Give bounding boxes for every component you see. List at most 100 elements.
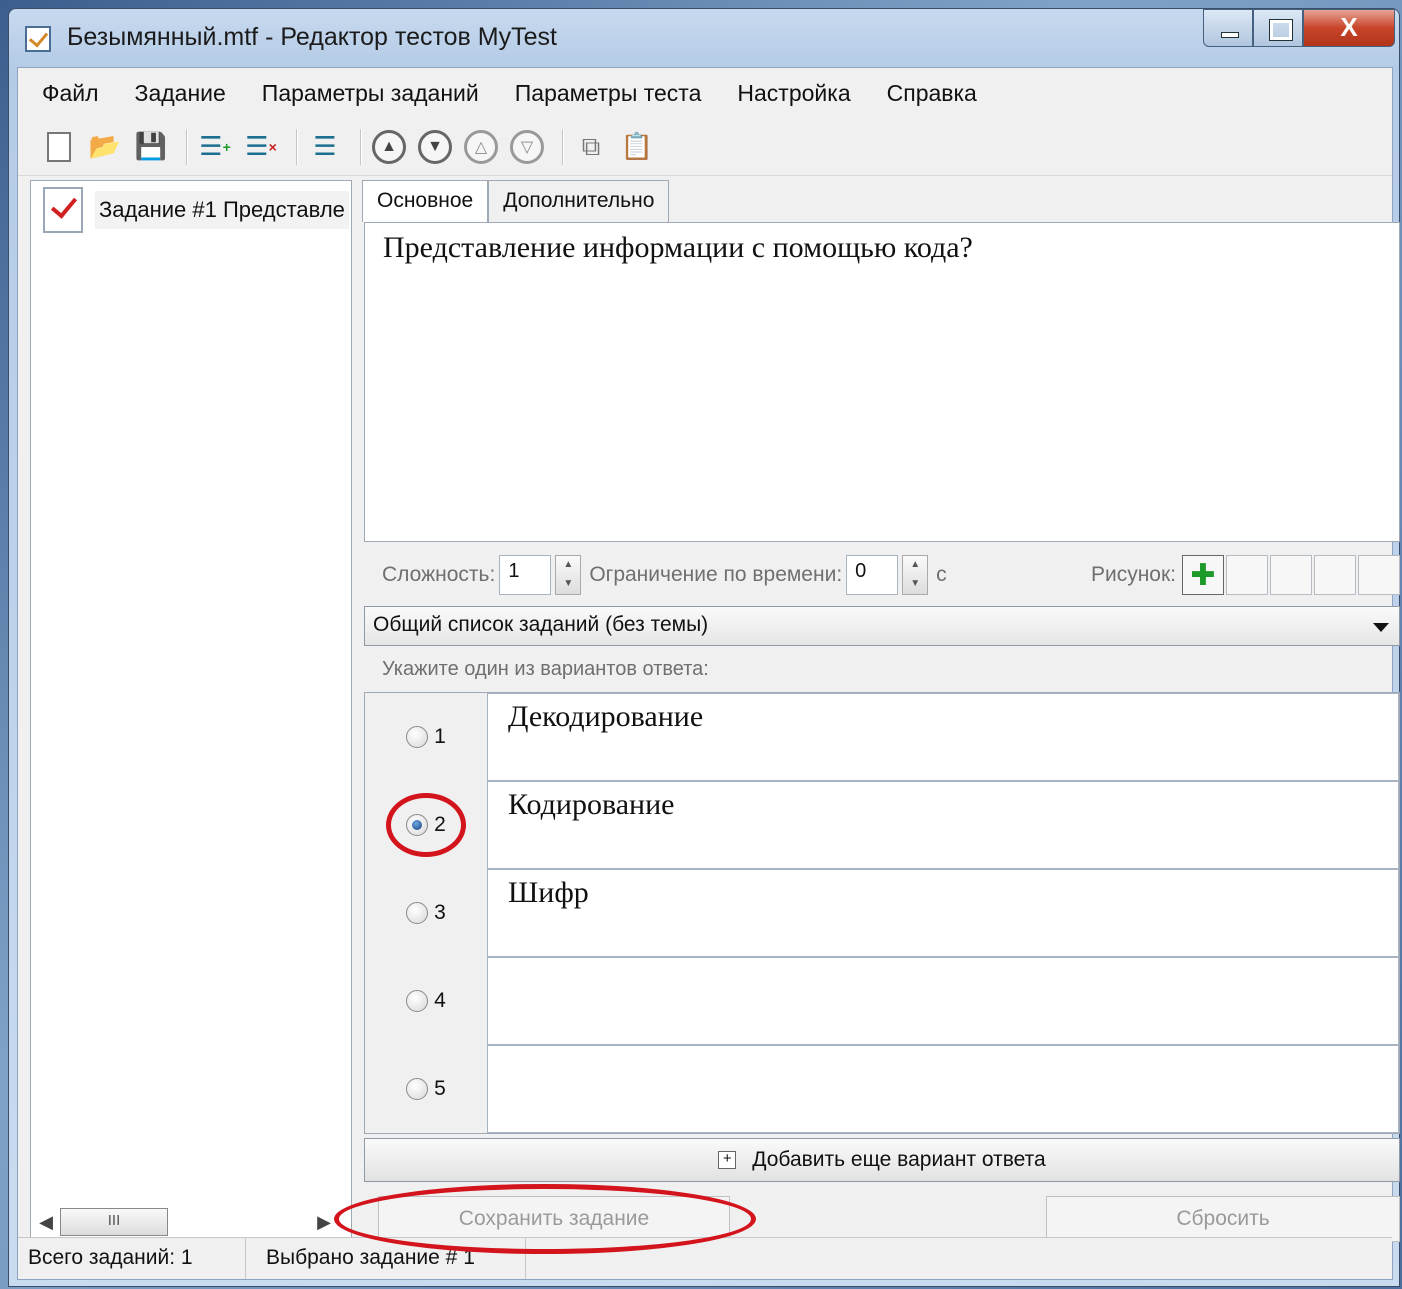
answer-row: 5 (365, 1045, 1399, 1133)
client-area: Файл Задание Параметры заданий Параметры… (17, 67, 1400, 1280)
difficulty-label: Сложность: (382, 563, 496, 586)
move-up-icon[interactable]: ▲ (370, 128, 408, 166)
paste-icon[interactable]: 📋 (618, 128, 656, 166)
plus-icon: + (718, 1151, 737, 1169)
scroll-thumb[interactable]: III (60, 1208, 168, 1236)
menu-test-params[interactable]: Параметры теста (515, 80, 702, 107)
minimize-button[interactable] (1203, 9, 1253, 47)
answer-radio-option[interactable]: 4 (365, 957, 487, 1045)
task-order-icon[interactable]: ☰ (306, 128, 344, 166)
answer-number: 2 (434, 813, 446, 836)
toolbar: 📂 💾 ☰ + ☰ × ☰ ▲ ▼ △ ▽ ⧉ 📋 (18, 118, 1392, 176)
answer-text-field[interactable]: Кодирование (487, 781, 1399, 869)
answer-number: 5 (434, 1077, 446, 1100)
time-limit-input[interactable]: 0 (846, 555, 899, 595)
picture-slot-button[interactable] (1226, 555, 1268, 595)
radio-button[interactable] (406, 726, 429, 748)
status-empty (526, 1238, 1392, 1279)
radio-button[interactable] (406, 902, 429, 924)
time-unit-label: с (936, 563, 947, 586)
add-task-icon[interactable]: ☰ + (196, 128, 234, 166)
app-window: Безымянный.mtf - Редактор тестов MyTest … (8, 8, 1400, 1287)
answer-row: 1 Декодирование (365, 693, 1399, 781)
picture-slot-button[interactable] (1314, 555, 1356, 595)
answer-text-field[interactable]: Шифр (487, 869, 1399, 957)
tab-strip: Основное Дополнительно (362, 180, 670, 222)
title-bar[interactable]: Безымянный.mtf - Редактор тестов MyTest … (9, 9, 1399, 65)
answer-radio-option[interactable]: 2 (365, 781, 487, 869)
time-limit-spinner[interactable]: ▲ ▼ (902, 555, 929, 595)
menu-task[interactable]: Задание (135, 80, 226, 107)
answer-list: 1 Декодирование 2 Кодирование 3 Шифр 4 5 (364, 692, 1400, 1134)
add-picture-icon: ✚ (1190, 558, 1216, 592)
app-icon (25, 26, 51, 52)
radio-button[interactable] (406, 1078, 429, 1100)
answer-number: 4 (434, 989, 446, 1012)
topic-select[interactable]: Общий список заданий (без темы) (364, 606, 1400, 646)
window-title: Безымянный.mtf - Редактор тестов MyTest (67, 23, 557, 51)
tab-main[interactable]: Основное (362, 180, 489, 222)
tree-item-task-1[interactable]: Задание #1 Представле (43, 187, 349, 233)
tab-additional[interactable]: Дополнительно (488, 180, 670, 222)
answer-number: 3 (434, 901, 446, 924)
picture-label: Рисунок: (1090, 563, 1176, 586)
move-next-icon[interactable]: ▽ (508, 128, 546, 166)
close-button[interactable]: X (1303, 9, 1395, 47)
window-controls: X (1203, 9, 1395, 49)
toolbar-separator (360, 128, 362, 165)
answer-radio-option[interactable]: 1 (365, 693, 487, 781)
answer-text-field[interactable] (487, 957, 1399, 1045)
reset-button[interactable]: Сбросить (1046, 1196, 1400, 1242)
move-prev-icon[interactable]: △ (462, 128, 500, 166)
menu-task-params[interactable]: Параметры заданий (262, 80, 479, 107)
status-total: Всего заданий: 1 (18, 1238, 246, 1279)
tree-item-label: Задание #1 Представле (95, 191, 349, 229)
answer-text-field[interactable]: Декодирование (487, 693, 1399, 781)
save-icon[interactable]: 💾 (132, 128, 170, 166)
toolbar-separator (186, 128, 188, 165)
add-answer-label: Добавить еще вариант ответа (752, 1148, 1046, 1171)
open-folder-icon[interactable]: 📂 (86, 128, 124, 166)
status-bar: Всего заданий: 1 Выбрано задание # 1 (18, 1237, 1392, 1279)
difficulty-spinner[interactable]: ▲ ▼ (555, 555, 582, 595)
answer-prompt: Укажите один из вариантов ответа: (382, 658, 709, 680)
menu-bar: Файл Задание Параметры заданий Параметры… (18, 68, 1392, 118)
status-selected: Выбрано задание # 1 (246, 1238, 526, 1279)
tree-horizontal-scrollbar[interactable]: ◀ III ▶ (32, 1206, 338, 1238)
task-check-icon (43, 187, 83, 233)
picture-slot-button[interactable] (1270, 555, 1312, 595)
picture-slot-button[interactable] (1358, 555, 1400, 595)
scroll-left-icon[interactable]: ◀ (32, 1212, 60, 1233)
time-limit-label: Ограничение по времени: (589, 563, 843, 586)
scroll-right-icon[interactable]: ▶ (310, 1212, 338, 1233)
answer-radio-option[interactable]: 5 (365, 1045, 487, 1133)
maximize-button[interactable] (1253, 9, 1303, 47)
answer-radio-option[interactable]: 3 (365, 869, 487, 957)
chevron-down-icon[interactable] (1373, 623, 1389, 632)
answer-number: 1 (434, 725, 446, 748)
move-down-icon[interactable]: ▼ (416, 128, 454, 166)
delete-task-icon[interactable]: ☰ × (242, 128, 280, 166)
menu-help[interactable]: Справка (887, 80, 977, 107)
topic-selected-value: Общий список заданий (без темы) (373, 613, 709, 636)
menu-file[interactable]: Файл (42, 80, 99, 107)
menu-settings[interactable]: Настройка (737, 80, 850, 107)
radio-button[interactable] (406, 990, 429, 1012)
question-editor[interactable]: Представление информации с помощью кода? (364, 222, 1400, 542)
task-tree[interactable]: Задание #1 Представле (30, 180, 352, 1246)
toolbar-separator (562, 128, 564, 165)
answer-row: 4 (365, 957, 1399, 1045)
copy-icon[interactable]: ⧉ (572, 128, 610, 166)
save-task-button[interactable]: Сохранить задание (378, 1196, 730, 1242)
new-file-icon[interactable] (40, 128, 78, 166)
question-text: Представление информации с помощью кода? (383, 231, 973, 264)
answer-row: 3 Шифр (365, 869, 1399, 957)
toolbar-separator (296, 128, 298, 165)
add-answer-button[interactable]: + Добавить еще вариант ответа (364, 1138, 1400, 1182)
radio-button[interactable] (406, 814, 429, 836)
task-params-row: Сложность: 1 ▲ ▼ Ограничение по времени: … (364, 552, 1400, 598)
answer-text-field[interactable] (487, 1045, 1399, 1133)
answer-row: 2 Кодирование (365, 781, 1399, 869)
difficulty-input[interactable]: 1 (499, 555, 552, 595)
add-picture-button[interactable]: ✚ (1182, 555, 1224, 595)
